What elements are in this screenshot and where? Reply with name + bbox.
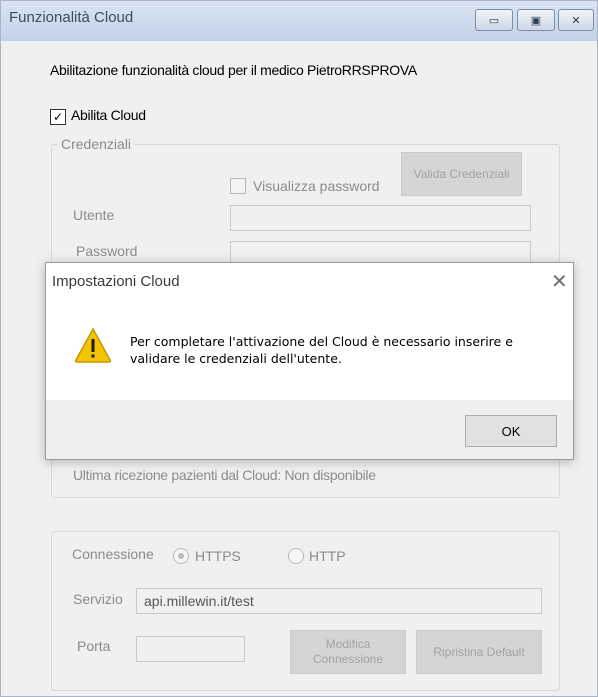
user-input[interactable] [230,205,531,231]
port-label: Porta [77,638,111,654]
check-icon: ✓ [52,110,64,124]
service-value: api.millewin.it/test [144,593,254,609]
show-password-label: Visualizza password [253,178,380,194]
ok-button[interactable]: OK [465,415,557,447]
close-icon: ✕ [551,271,568,293]
http-label: HTTP [309,548,346,564]
minimize-button[interactable]: ▭ [475,9,513,31]
https-label: HTTPS [195,548,241,564]
dialog-message: Per completare l'attivazione del Cloud è… [130,334,513,366]
https-radio[interactable] [173,548,189,564]
window-title: Funzionalità Cloud [9,9,134,26]
port-input[interactable] [136,636,245,662]
show-password-checkbox[interactable] [230,178,246,194]
maximize-button[interactable]: ▣ [517,9,555,31]
warning-icon [74,327,112,363]
last-receive-status: Ultima ricezione pazienti dal Cloud: Non… [73,467,376,483]
user-label: Utente [73,207,115,223]
dialog-content-area: Impostazioni Cloud ✕ Per completare l'at… [46,263,573,400]
cloud-settings-dialog: Impostazioni Cloud ✕ Per completare l'at… [45,262,574,460]
abilita-cloud-checkbox[interactable]: ✓ [50,109,66,125]
close-icon: ✕ [571,14,581,27]
validate-credentials-button[interactable]: Valida Credenziali [401,152,522,196]
http-radio[interactable] [288,548,304,564]
modify-connection-button[interactable]: Modifica Connessione [290,630,406,674]
doctor-description: Abilitazione funzionalità cloud per il m… [50,62,417,78]
title-bar[interactable]: Funzionalità Cloud ▭ ▣ ✕ [1,1,597,41]
credentials-legend: Credenziali [58,136,135,152]
close-button[interactable]: ✕ [558,9,594,31]
minimize-icon: ▭ [488,14,500,27]
abilita-cloud-label: Abilita Cloud [71,107,146,123]
restore-default-button[interactable]: Ripristina Default [416,630,542,674]
password-label: Password [76,243,138,259]
service-label: Servizio [73,591,123,607]
dialog-close-button[interactable]: ✕ [551,269,568,294]
dialog-title: Impostazioni Cloud [52,273,180,290]
service-input[interactable]: api.millewin.it/test [136,588,542,614]
radio-selected-dot [178,553,184,559]
maximize-icon: ▣ [530,14,542,27]
connection-label: Connessione [72,546,154,562]
